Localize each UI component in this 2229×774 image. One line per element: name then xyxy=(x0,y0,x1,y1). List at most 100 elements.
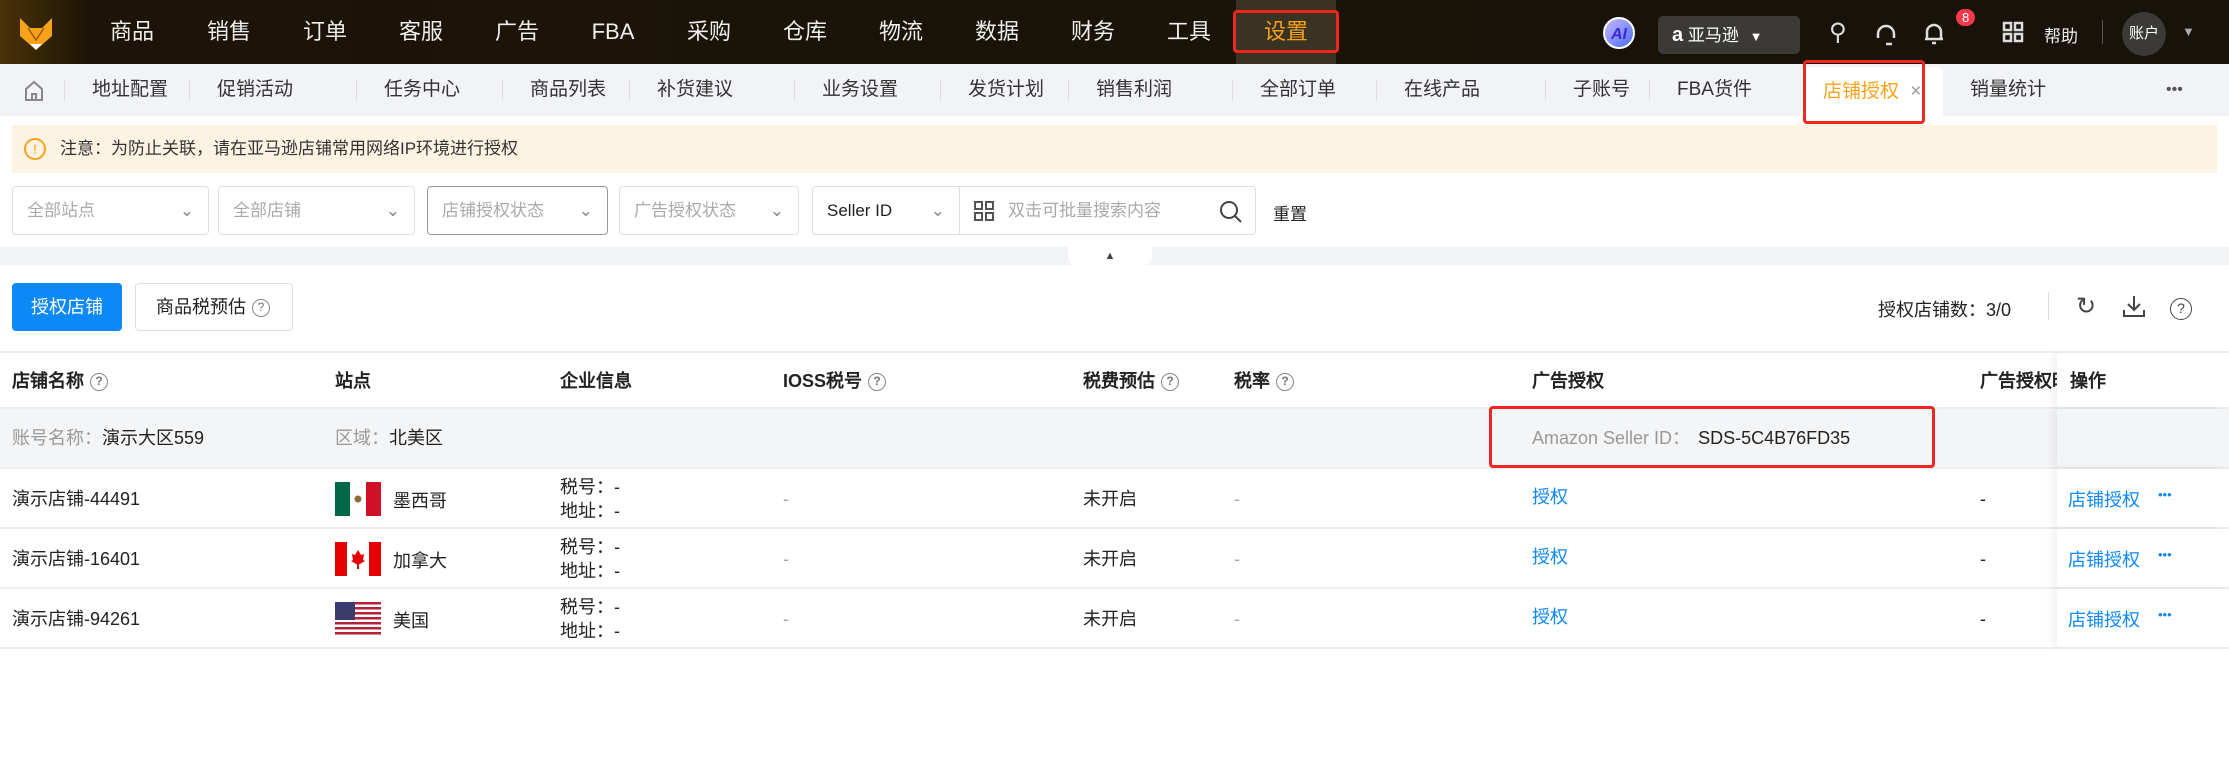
table-row: 演示店铺-16401 加拿大 税号：- 地址：- - 未开启 - 授权 - 店铺授… xyxy=(0,529,2229,589)
nav-item[interactable]: 物流 xyxy=(861,0,941,64)
site-name: 美国 xyxy=(393,611,429,631)
enterprise-info: 税号：- 地址：- xyxy=(560,475,620,523)
marketplace-label: 亚马逊 xyxy=(1687,26,1739,45)
tab-item[interactable]: 促销活动 xyxy=(188,64,293,116)
select-value: 广告授权状态 xyxy=(634,201,736,220)
search-icon[interactable]: ⚲ xyxy=(1829,18,1847,47)
column-header: 店铺名称? xyxy=(12,353,108,409)
amazon-icon: a xyxy=(1672,24,1684,46)
header-label: 企业信息 xyxy=(560,371,632,391)
flag-ca-icon xyxy=(335,542,381,576)
ad-authorize-link[interactable]: 授权 xyxy=(1532,529,1568,585)
store-authorize-link[interactable]: 店铺授权 xyxy=(2068,529,2140,591)
nav-item[interactable]: 工具 xyxy=(1149,0,1229,64)
tax-rate-value: - xyxy=(1234,549,1240,569)
nav-item[interactable]: 客服 xyxy=(381,0,461,64)
chevron-down-icon: ⌄ xyxy=(769,201,784,220)
column-header: 广告授权 xyxy=(1532,353,1604,409)
header-label: 税率 xyxy=(1234,371,1270,391)
help-icon[interactable]: ? xyxy=(2170,294,2192,322)
search-input[interactable]: 双击可批量搜索内容 xyxy=(959,186,1256,235)
nav-item[interactable]: 仓库 xyxy=(765,0,845,64)
site-name: 墨西哥 xyxy=(393,491,447,511)
ad-authorize-link[interactable]: 授权 xyxy=(1532,469,1568,525)
download-icon[interactable] xyxy=(2122,294,2146,318)
authorized-count: 授权店铺数：3/0 xyxy=(1878,296,2011,322)
tax-estimate-status: 未开启 xyxy=(1083,489,1137,509)
nav-item[interactable]: 订单 xyxy=(285,0,365,64)
help-icon[interactable]: ? xyxy=(90,373,108,392)
nav-item[interactable]: 数据 xyxy=(957,0,1037,64)
more-tabs-button[interactable]: ••• xyxy=(2166,64,2183,116)
tab-sales-stats[interactable]: 销量统计 xyxy=(1970,64,2046,116)
more-actions-button[interactable]: ••• xyxy=(2158,469,2172,521)
ad-auth-status-select[interactable]: 广告授权状态 ⌄ xyxy=(619,186,799,235)
search-type-select[interactable]: Seller ID ⌄ xyxy=(812,186,960,235)
tab-item[interactable]: 地址配置 xyxy=(63,64,168,116)
headset-icon[interactable] xyxy=(1874,20,1898,46)
tab-item[interactable]: 任务中心 xyxy=(355,64,460,116)
tab-item[interactable]: 发货计划 xyxy=(939,64,1044,116)
help-icon[interactable]: ? xyxy=(1276,373,1294,392)
help-icon[interactable]: ? xyxy=(868,373,887,392)
tab-item[interactable]: 全部订单 xyxy=(1231,64,1336,116)
select-value: 全部店铺 xyxy=(233,201,301,220)
logo-icon xyxy=(20,18,52,50)
account-avatar[interactable]: 账户 xyxy=(2122,12,2166,56)
tax-value: - xyxy=(614,537,620,557)
header-label: 税费预估 xyxy=(1083,371,1155,391)
marketplace-select[interactable]: a 亚马逊 ▼ xyxy=(1658,16,1800,54)
tax-value: - xyxy=(614,477,620,497)
nav-item[interactable]: 广告 xyxy=(477,0,557,64)
account-group-row: 账号名称：演示大区559 区域：北美区 Amazon Seller ID： SDS… xyxy=(0,406,2229,469)
store-authorize-link[interactable]: 店铺授权 xyxy=(2068,469,2140,531)
home-icon[interactable] xyxy=(24,80,44,102)
authorize-store-button[interactable]: 授权店铺 xyxy=(12,283,122,331)
nav-item[interactable]: 商品 xyxy=(92,0,172,64)
tab-item[interactable]: 子账号 xyxy=(1544,64,1630,116)
batch-search-icon[interactable] xyxy=(974,201,994,221)
shop-select[interactable]: 全部店铺 ⌄ xyxy=(218,186,415,235)
header-label: 广告授权 xyxy=(1532,371,1604,391)
tab-bar: 地址配置 促销活动 任务中心 商品列表 补货建议 业务设置 发货计划 销售利润 全部订单 在线产品… xyxy=(0,60,2229,124)
site-select[interactable]: 全部站点 ⌄ xyxy=(12,186,209,235)
highlight-box xyxy=(1489,406,1935,468)
nav-item[interactable]: 采购 xyxy=(669,0,749,64)
more-actions-button[interactable]: ••• xyxy=(2158,529,2172,581)
tab-item[interactable]: 在线产品 xyxy=(1375,64,1480,116)
refresh-icon[interactable]: ↻ xyxy=(2076,292,2096,321)
search-icon[interactable] xyxy=(1219,200,1243,224)
collapse-bar: ▲ xyxy=(0,247,2229,265)
flag-mx-icon xyxy=(335,482,381,516)
ai-button[interactable]: AI xyxy=(1603,17,1635,49)
caret-down-icon: ▼ xyxy=(1749,29,1763,44)
nav-item[interactable]: 销售 xyxy=(189,0,269,64)
tab-item[interactable]: 补货建议 xyxy=(628,64,733,116)
caret-down-icon[interactable]: ▼ xyxy=(2182,24,2195,39)
ad-auth-time: - xyxy=(1980,489,1986,509)
count-label: 授权店铺数： xyxy=(1878,300,1986,320)
reset-button[interactable]: 重置 xyxy=(1273,200,1307,225)
help-icon[interactable]: ? xyxy=(1161,373,1179,392)
tab-item[interactable]: 业务设置 xyxy=(793,64,898,116)
collapse-toggle[interactable]: ▲ xyxy=(1068,247,1152,265)
ioss-value: - xyxy=(783,549,789,569)
header-label: 操作 xyxy=(2070,371,2106,391)
help-link[interactable]: 帮助 xyxy=(2044,22,2078,47)
help-icon: ? xyxy=(252,299,270,318)
nav-item[interactable]: FBA xyxy=(573,0,653,64)
bell-icon[interactable] xyxy=(1922,20,1946,46)
more-actions-button[interactable]: ••• xyxy=(2158,589,2172,641)
chevron-down-icon: ⌄ xyxy=(578,201,593,220)
shop-auth-status-select[interactable]: 店铺授权状态 ⌄ xyxy=(427,186,608,235)
tab-item[interactable]: 销售利润 xyxy=(1067,64,1172,116)
chevron-down-icon: ⌄ xyxy=(385,201,400,220)
apps-grid-icon[interactable] xyxy=(2002,21,2024,43)
tab-item[interactable]: FBA货件 xyxy=(1649,64,1752,116)
store-authorize-link[interactable]: 店铺授权 xyxy=(2068,589,2140,651)
tab-item[interactable]: 商品列表 xyxy=(501,64,606,116)
tax-label: 税号： xyxy=(560,477,614,497)
ad-authorize-link[interactable]: 授权 xyxy=(1532,589,1568,645)
tax-estimate-button[interactable]: 商品税预估? xyxy=(135,283,293,331)
nav-item[interactable]: 财务 xyxy=(1053,0,1133,64)
